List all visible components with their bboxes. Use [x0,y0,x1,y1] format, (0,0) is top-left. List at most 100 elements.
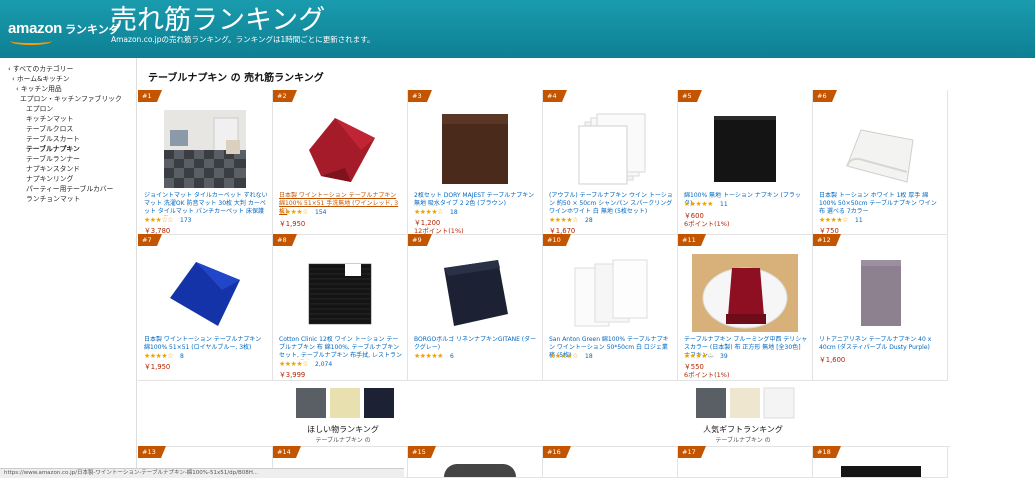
product-card[interactable]: #9 BORGOボルゴ リネンナプキンGITANE (ダークグレー) ★★★★★… [408,234,543,381]
wishlist-ranking-link[interactable]: ほしい物ランキング テーブルナプキン の [278,386,408,444]
product-card[interactable]: #8 Cotton Clinic 12枚 ワイン トーション テーブルナプキン … [273,234,408,381]
product-image[interactable] [301,254,379,332]
product-image[interactable] [706,110,784,188]
product-title[interactable]: Cotton Clinic 12枚 ワイン トーション テーブルナプキン 布 綿… [279,336,403,360]
product-image[interactable] [841,466,921,477]
product-card[interactable]: #7 日本製 ワイントーション テーブルナプキン 綿100% 51×51 (ロイ… [138,234,273,381]
product-image[interactable] [841,110,919,188]
sidebar-item-apron[interactable]: エプロン [26,103,53,113]
promo-row: ほしい物ランキング テーブルナプキン の 人気ギフトランキング テーブルナプキン… [138,380,950,447]
rating-stars-icon[interactable]: ★★★★☆ [549,352,578,360]
page-heading: 売れ筋ランキング [110,5,326,36]
rating-stars-icon[interactable]: ★★★☆☆ [144,216,173,224]
review-count[interactable]: 28 [585,217,593,224]
rank-badge: #10 [543,234,571,246]
rank-badge: #17 [678,446,706,458]
logo-amazon-text: amazon [8,20,63,37]
rank-badge: #1 [138,90,162,102]
product-card[interactable]: #15 [408,446,543,478]
sidebar-item-party-cover[interactable]: パーティー用テーブルカバー [26,183,113,193]
sidebar-item-placemat[interactable]: ランチョンマット [26,193,80,203]
rating-stars-icon[interactable]: ★★★★☆ [279,360,308,368]
gift-ranking-sub: テーブルナプキン の [715,437,771,444]
rank-badge: #12 [813,234,841,246]
product-image[interactable] [571,254,649,332]
review-count[interactable]: 39 [720,353,728,360]
product-image[interactable] [692,254,798,332]
rating-stars-icon[interactable]: ★★★★☆ [414,208,443,216]
product-card[interactable]: #3 2枚セット DORY MAJEST テーブルナプキン 無地 吸水タイプ 2… [408,90,543,235]
wishlist-ranking-sub: テーブルナプキン の [315,437,371,444]
sidebar-item-apron-fabric[interactable]: エプロン・キッチンファブリック [20,93,122,103]
rank-badge: #18 [813,446,841,458]
product-card[interactable]: #1 ジョイントマット タイルカーペット ずれないマット 洗濯OK 防音マット … [138,90,273,235]
rank-badge: #14 [273,446,301,458]
review-count[interactable]: 2,074 [315,361,332,368]
sidebar-item-kitchen-mat[interactable]: キッチンマット [26,113,74,123]
rank-badge: #9 [408,234,432,246]
product-card[interactable]: #5 綿100% 無地 トーション ナプキン (ブラック) ★★★★★ 11 ￥… [678,90,813,235]
gift-ranking-title[interactable]: 人気ギフトランキング [678,424,808,435]
review-count[interactable]: 18 [585,353,593,360]
category-sidebar: ‹ すべてのカテゴリー ‹ ホーム&キッチン ‹ キッチン用品 エプロン・キッチ… [0,58,137,477]
product-card[interactable]: #2 日本製 ワイントーション テーブルナプキン 綿100% 51×51 手洗無… [273,90,408,235]
product-image[interactable] [301,110,379,188]
product-card[interactable]: #12 リトアニアリネン テーブルナプキン 40 x 40cm (ダスティパープ… [813,234,948,381]
product-title[interactable]: 日本製 トーション ホワイト 1枚 厚手 綿100% 50×50cm テーブルナ… [819,192,943,216]
rating-stars-icon[interactable]: ★★★★☆ [549,216,578,224]
rating-stars-icon[interactable]: ★★★★☆ [144,352,173,360]
rating-stars-icon[interactable]: ★★★★☆ [279,208,308,216]
rank-badge: #11 [678,234,706,246]
wishlist-thumbnails [296,388,394,418]
review-count[interactable]: 173 [180,217,191,224]
rank-badge: #4 [543,90,567,102]
sidebar-item-all-categories[interactable]: ‹ すべてのカテゴリー [8,63,73,73]
amazon-ranking-logo[interactable]: amazon ランキング [8,20,120,45]
product-image[interactable] [444,464,516,477]
reward-points: 6ポイント(1%) [684,371,730,379]
sidebar-item-table-runner[interactable]: テーブルランナー [26,153,80,163]
product-image[interactable] [571,110,649,188]
sidebar-item-home-kitchen[interactable]: ‹ ホーム&キッチン [12,73,70,83]
product-image[interactable] [166,254,244,332]
main-title: テーブルナプキン の 売れ筋ランキング [148,73,324,84]
review-count[interactable]: 11 [855,217,863,224]
product-image[interactable] [436,254,514,332]
rank-badge: #15 [408,446,436,458]
product-price: ￥1,950 [279,220,306,228]
review-count[interactable]: 11 [720,201,728,208]
product-price: ￥1,950 [144,363,171,371]
product-card[interactable]: #18 [813,446,948,478]
sidebar-item-tablecloth[interactable]: テーブルクロス [26,123,73,133]
review-count[interactable]: 8 [180,353,184,360]
sidebar-item-napkin-ring[interactable]: ナプキンリング [26,173,73,183]
product-image[interactable] [436,110,514,188]
product-card[interactable]: #6 日本製 トーション ホワイト 1枚 厚手 綿100% 50×50cm テー… [813,90,948,235]
rank-badge: #5 [678,90,702,102]
product-card[interactable]: #16 [543,446,678,478]
review-count[interactable]: 6 [450,353,454,360]
product-image[interactable] [164,110,246,188]
sidebar-item-kitchen[interactable]: ‹ キッチン用品 [16,83,62,93]
rating-stars-icon[interactable]: ★★★★☆ [819,216,848,224]
amazon-smile-icon [10,37,52,45]
product-title[interactable]: (アウブル) テーブルナプキン ウイン トーション 約50 × 50cm シャン… [549,192,673,216]
reward-points: 6ポイント(1%) [684,220,730,228]
product-card[interactable]: #10 San Anton Green 綿100% テーブルナプキン ワイントー… [543,234,678,381]
gift-ranking-link[interactable]: 人気ギフトランキング テーブルナプキン の [678,386,808,444]
sidebar-item-table-skirt[interactable]: テーブルスカート [26,133,80,143]
rating-stars-icon[interactable]: ★★★★★ [684,200,713,208]
sidebar-item-table-napkin[interactable]: テーブルナプキン [26,143,80,153]
product-card[interactable]: #4 (アウブル) テーブルナプキン ウイン トーション 約50 × 50cm … [543,90,678,235]
review-count[interactable]: 154 [315,209,326,216]
sidebar-item-napkin-stand[interactable]: ナプキンスタンド [26,163,80,173]
rank-badge: #2 [273,90,297,102]
product-title[interactable]: ジョイントマット タイルカーペット ずれないマット 洗濯OK 防音マット 30枚… [144,192,268,216]
wishlist-ranking-title[interactable]: ほしい物ランキング [278,424,408,435]
product-image[interactable] [841,254,919,332]
rating-stars-icon[interactable]: ★★★★☆ [684,352,713,360]
product-card[interactable]: #11 テーブルナプキン ブルーミング中西 デリシャスカラー (日本製) 布 正… [678,234,813,381]
product-card[interactable]: #17 [678,446,813,478]
review-count[interactable]: 18 [450,209,458,216]
rating-stars-icon[interactable]: ★★★★★ [414,352,443,360]
